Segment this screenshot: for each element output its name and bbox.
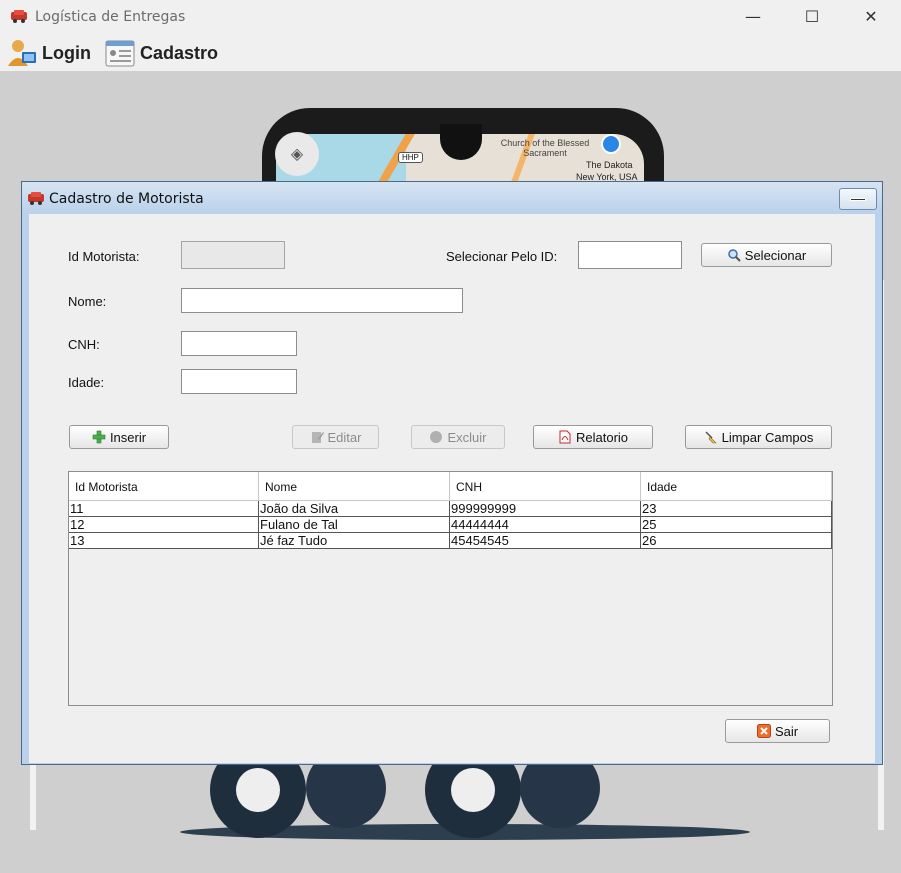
table-cell: Fulano de Tal xyxy=(259,517,450,533)
table-cell: 25 xyxy=(641,517,832,533)
idade-label: Idade: xyxy=(68,375,105,390)
table-cell: 11 xyxy=(69,501,259,517)
column-header-id[interactable]: Id Motorista xyxy=(69,472,259,501)
window-titlebar: Logística de Entregas — ☐ ✕ xyxy=(0,0,901,34)
table-header: Id Motorista Nome CNH Idade xyxy=(69,472,832,501)
inserir-button-label: Inserir xyxy=(109,429,147,445)
table-cell: 13 xyxy=(69,533,259,549)
editar-button-label: Editar xyxy=(327,429,362,445)
map-dakota-label: The Dakota xyxy=(586,160,633,170)
select-button[interactable]: Selecionar xyxy=(701,243,832,267)
table-cell: 44444444 xyxy=(450,517,641,533)
frame-content: Id Motorista: Selecionar Pelo ID: Seleci… xyxy=(29,214,875,763)
nome-field[interactable] xyxy=(181,288,463,313)
relatorio-button-label: Relatorio xyxy=(575,429,629,445)
column-header-nome[interactable]: Nome xyxy=(259,472,450,501)
magnifier-icon xyxy=(728,249,741,262)
pdf-icon xyxy=(559,430,571,444)
limpar-campos-button[interactable]: Limpar Campos xyxy=(685,425,832,449)
layers-icon: ◈ xyxy=(275,132,319,176)
registration-form-icon xyxy=(105,40,135,67)
column-header-cnh[interactable]: CNH xyxy=(450,472,641,501)
frame-minimize-button[interactable] xyxy=(839,188,877,210)
maximize-button[interactable]: ☐ xyxy=(783,0,841,32)
table-cell: 26 xyxy=(641,533,832,549)
excluir-button[interactable]: Excluir xyxy=(411,425,505,449)
edit-icon xyxy=(311,432,324,443)
editar-button[interactable]: Editar xyxy=(292,425,379,449)
menu-login[interactable]: Login xyxy=(6,38,91,68)
table-row[interactable]: 11 João da Silva 999999999 23 xyxy=(69,501,832,517)
menu-login-label: Login xyxy=(42,42,91,63)
inserir-button[interactable]: Inserir xyxy=(69,425,169,449)
table-row[interactable]: 12 Fulano de Tal 44444444 25 xyxy=(69,517,832,533)
table-row[interactable]: 13 Jé faz Tudo 45454545 26 xyxy=(69,533,832,549)
id-motorista-field xyxy=(181,241,285,269)
table-cell: 45454545 xyxy=(450,533,641,549)
broom-icon xyxy=(705,431,717,444)
id-motorista-label: Id Motorista: xyxy=(68,249,140,264)
cnh-label: CNH: xyxy=(68,337,100,352)
idade-field[interactable] xyxy=(181,369,297,394)
menu-bar: Login Cadastro xyxy=(0,34,901,72)
nome-label: Nome: xyxy=(68,294,107,309)
table-cell: 999999999 xyxy=(450,501,641,517)
table-cell: 23 xyxy=(641,501,832,517)
minimize-button[interactable]: — xyxy=(724,0,782,32)
truck-icon xyxy=(11,10,27,23)
close-icon: ✕ xyxy=(864,6,878,26)
maximize-icon: ☐ xyxy=(804,6,820,26)
cadastro-motorista-frame: Cadastro de Motorista Id Motorista: Sele… xyxy=(21,181,883,765)
menu-cadastro[interactable]: Cadastro xyxy=(104,38,218,68)
sair-button-label: Sair xyxy=(774,723,799,739)
plus-icon xyxy=(92,430,106,444)
delete-icon xyxy=(430,431,443,443)
minimize-icon xyxy=(850,197,866,201)
table-cell: Jé faz Tudo xyxy=(259,533,450,549)
select-button-label: Selecionar xyxy=(744,247,807,263)
minimize-icon: — xyxy=(745,6,761,26)
relatorio-button[interactable]: Relatorio xyxy=(533,425,653,449)
excluir-button-label: Excluir xyxy=(447,429,487,445)
user-login-icon xyxy=(8,40,36,66)
sair-button[interactable]: Sair xyxy=(725,719,830,743)
select-by-id-label: Selecionar Pelo ID: xyxy=(446,249,558,264)
menu-cadastro-label: Cadastro xyxy=(140,42,219,63)
window-title: Logística de Entregas xyxy=(35,9,186,25)
close-button[interactable]: ✕ xyxy=(842,0,900,32)
frame-title: Cadastro de Motorista xyxy=(49,191,204,207)
limpar-campos-button-label: Limpar Campos xyxy=(721,429,814,445)
table-cell: João da Silva xyxy=(259,501,450,517)
truck-icon xyxy=(28,192,44,205)
exit-icon xyxy=(756,724,771,738)
column-header-idade[interactable]: Idade xyxy=(641,472,832,501)
cnh-field[interactable] xyxy=(181,331,297,356)
frame-titlebar: Cadastro de Motorista xyxy=(22,182,882,214)
select-by-id-input[interactable] xyxy=(578,241,682,269)
location-pin-icon xyxy=(601,134,621,154)
motorista-table[interactable]: Id Motorista Nome CNH Idade 11 João da S… xyxy=(68,471,833,706)
map-church-label: Church of the Blessed Sacrament xyxy=(500,138,590,158)
table-cell: 12 xyxy=(69,517,259,533)
map-route-label: HHP xyxy=(398,152,423,163)
